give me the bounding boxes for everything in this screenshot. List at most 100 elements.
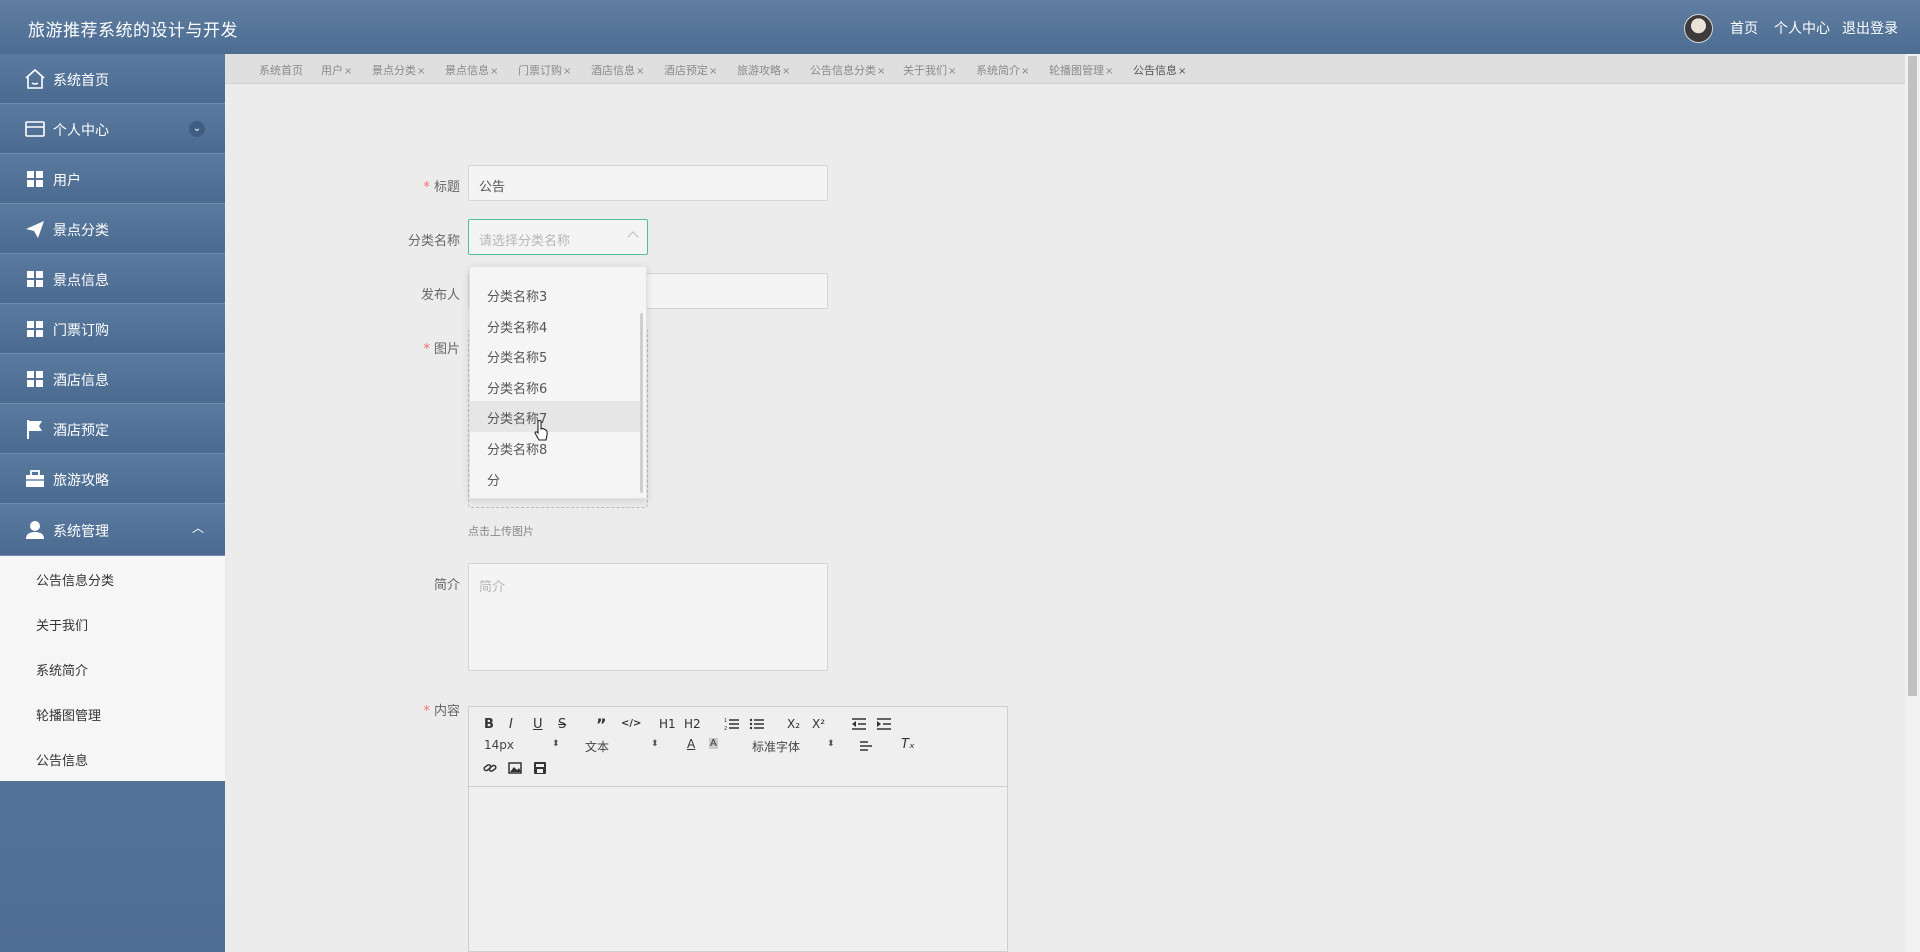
- tab-item[interactable]: 门票订购×: [518, 62, 571, 78]
- font-color-icon[interactable]: A: [687, 737, 695, 751]
- close-icon[interactable]: ×: [948, 66, 956, 77]
- grid-icon: [27, 321, 43, 337]
- sidebar-item-scenic-category[interactable]: 景点分类: [0, 204, 225, 254]
- updown-icon: ⬍: [827, 739, 835, 749]
- tab-item[interactable]: 景点信息×: [445, 62, 498, 78]
- tab-item[interactable]: 系统简介×: [976, 62, 1029, 78]
- close-icon[interactable]: ×: [877, 66, 885, 77]
- font-family-select[interactable]: 标准字体 ⬍: [752, 738, 835, 755]
- outdent-icon[interactable]: [851, 717, 867, 731]
- profile-link[interactable]: 个人中心: [1774, 18, 1830, 38]
- intro-textarea[interactable]: 简介: [468, 563, 828, 671]
- italic-button[interactable]: I: [509, 717, 513, 732]
- bullet-list-icon[interactable]: [749, 717, 765, 731]
- bold-button[interactable]: B: [484, 717, 494, 732]
- submenu-item-notice-info[interactable]: 公告信息: [0, 736, 225, 780]
- tab-item-active[interactable]: 公告信息×: [1133, 62, 1186, 78]
- system-submenu: 公告信息分类 关于我们 系统简介 轮播图管理 公告信息: [0, 556, 225, 781]
- category-label: 分类名称: [407, 234, 460, 249]
- dropdown-scrollbar[interactable]: [640, 313, 643, 493]
- strike-button[interactable]: S: [558, 717, 566, 732]
- image-icon[interactable]: [508, 761, 522, 775]
- dropdown-option[interactable]: 分: [470, 463, 640, 494]
- submenu-item-carousel[interactable]: 轮播图管理: [0, 691, 225, 735]
- close-icon[interactable]: ×: [782, 66, 790, 77]
- close-icon[interactable]: ×: [636, 66, 644, 77]
- sidebar-item-label: 门票订购: [53, 323, 109, 339]
- close-icon[interactable]: ×: [490, 66, 498, 77]
- sidebar-item-travel-guide[interactable]: 旅游攻略: [0, 454, 225, 504]
- sidebar-item-hotel-info[interactable]: 酒店信息: [0, 354, 225, 404]
- font-size-select[interactable]: 14px ⬍: [484, 738, 560, 752]
- rich-text-editor: B I U S ” </> H1 H2 12 X₂ X² 14px ⬍ 文本 ⬍ A…: [468, 706, 1008, 952]
- close-icon[interactable]: ×: [417, 66, 425, 77]
- svg-text:2: 2: [724, 726, 727, 731]
- tab-item[interactable]: 轮播图管理×: [1049, 62, 1113, 78]
- clear-format-icon[interactable]: Tₓ: [901, 737, 915, 752]
- tab-item[interactable]: 公告信息分类×: [810, 62, 885, 78]
- tab-item[interactable]: 景点分类×: [372, 62, 425, 78]
- superscript-button[interactable]: X²: [812, 717, 825, 731]
- link-icon[interactable]: [483, 761, 497, 775]
- sidebar-item-hotel-booking[interactable]: 酒店预定: [0, 404, 225, 454]
- align-icon[interactable]: [859, 740, 873, 752]
- header1-button[interactable]: H1: [659, 717, 676, 731]
- close-icon[interactable]: ×: [709, 66, 717, 77]
- sidebar-item-label: 用户: [53, 173, 81, 189]
- updown-icon: ⬍: [552, 739, 560, 749]
- home-icon: [25, 68, 45, 89]
- header2-button[interactable]: H2: [684, 717, 701, 731]
- sidebar-item-label: 景点信息: [53, 273, 109, 289]
- header-select[interactable]: 文本 ⬍: [585, 738, 659, 755]
- upload-hint: 点击上传图片: [468, 525, 534, 538]
- dropdown-option[interactable]: 分类名称8: [470, 432, 640, 463]
- home-link[interactable]: 首页: [1730, 18, 1758, 38]
- sidebar-item-ticket[interactable]: 门票订购: [0, 304, 225, 354]
- sidebar-item-label: 酒店信息: [53, 373, 109, 389]
- chevron-up-icon[interactable]: ︿: [192, 519, 204, 536]
- title-input[interactable]: 公告: [468, 165, 828, 201]
- close-icon[interactable]: ×: [1105, 66, 1113, 77]
- dropdown-option[interactable]: 分类名称3: [470, 279, 640, 310]
- tab-item[interactable]: 关于我们×: [903, 62, 956, 78]
- submenu-item-about-us[interactable]: 关于我们: [0, 601, 225, 645]
- dropdown-option[interactable]: 分类名称5: [470, 340, 640, 371]
- dropdown-option[interactable]: 分类名称6: [470, 371, 640, 402]
- sidebar-item-home[interactable]: 系统首页: [0, 54, 225, 104]
- dropdown-option-hovered[interactable]: 分类名称7: [470, 401, 640, 432]
- background-color-icon[interactable]: A: [709, 738, 718, 749]
- grid-icon: [27, 271, 43, 287]
- dropdown-option[interactable]: 分类名称4: [470, 310, 640, 341]
- close-icon[interactable]: ×: [1021, 66, 1029, 77]
- close-icon[interactable]: ×: [344, 66, 352, 77]
- subscript-button[interactable]: X₂: [787, 717, 800, 731]
- tab-item[interactable]: 系统首页: [259, 62, 303, 78]
- submenu-item-notice-category[interactable]: 公告信息分类: [0, 556, 225, 600]
- code-block-button[interactable]: </>: [621, 718, 641, 729]
- indent-icon[interactable]: [876, 717, 892, 731]
- chevron-down-icon[interactable]: ⌄: [189, 121, 205, 137]
- blockquote-button[interactable]: ”: [596, 715, 607, 734]
- sidebar-item-profile[interactable]: 个人中心 ⌄: [0, 104, 225, 154]
- category-select[interactable]: 请选择分类名称: [468, 219, 648, 255]
- sidebar-item-scenic-info[interactable]: 景点信息: [0, 254, 225, 304]
- logout-link[interactable]: 退出登录: [1842, 18, 1898, 38]
- sidebar-item-user[interactable]: 用户: [0, 154, 225, 204]
- avatar[interactable]: [1684, 14, 1713, 43]
- close-icon[interactable]: ×: [1178, 66, 1186, 77]
- scrollbar-thumb[interactable]: [1908, 56, 1917, 696]
- tab-item[interactable]: 酒店预定×: [664, 62, 717, 78]
- close-icon[interactable]: ×: [563, 66, 571, 77]
- submenu-item-system-intro[interactable]: 系统简介: [0, 646, 225, 690]
- publisher-label: 发布人: [420, 288, 460, 303]
- tab-item[interactable]: 用户×: [321, 62, 352, 78]
- ordered-list-icon[interactable]: 12: [724, 717, 740, 731]
- sidebar-item-system-management[interactable]: 系统管理 ︿: [0, 505, 225, 556]
- video-icon[interactable]: [533, 761, 547, 775]
- page-scrollbar[interactable]: [1905, 54, 1920, 952]
- tab-item[interactable]: 旅游攻略×: [737, 62, 790, 78]
- tab-item[interactable]: 酒店信息×: [591, 62, 644, 78]
- flag-icon: [27, 420, 42, 439]
- underline-button[interactable]: U: [533, 717, 543, 732]
- app-title: 旅游推荐系统的设计与开发: [28, 21, 238, 41]
